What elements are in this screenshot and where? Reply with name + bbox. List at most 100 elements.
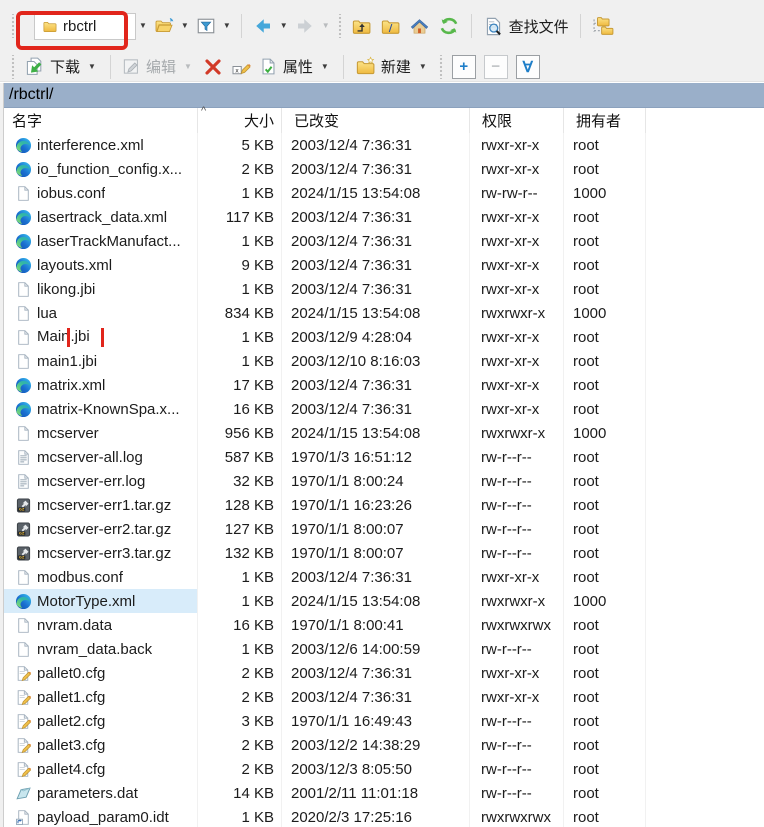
file-changed-cell[interactable]: 1970/1/1 8:00:07 [282,517,470,541]
table-row[interactable]: payload_param0.idt1 KB2020/2/3 17:25:16r… [0,805,764,827]
file-rights-cell[interactable]: rwxrwxr-x [470,301,564,325]
file-changed-cell[interactable]: 2003/12/6 14:00:59 [282,637,470,661]
file-owner-cell[interactable]: root [564,253,646,277]
table-row[interactable]: nvram_data.back1 KB2003/12/6 14:00:59rw-… [0,637,764,661]
file-name-cell[interactable]: payload_param0.idt [0,805,198,827]
table-row[interactable]: parameters.dat14 KB2001/2/11 11:01:18rw-… [0,781,764,805]
edit-button[interactable]: 编辑 ▼ [118,53,199,80]
column-header-size[interactable]: 大小 [198,108,282,133]
root-directory-button[interactable]: / [376,13,405,40]
file-owner-cell[interactable]: root [564,757,646,781]
file-name-cell[interactable]: pallet1.cfg [0,685,198,709]
table-row[interactable]: lasertrack_data.xml117 KB2003/12/4 7:36:… [0,205,764,229]
file-owner-cell[interactable]: root [564,685,646,709]
file-owner-cell[interactable]: root [564,277,646,301]
remove-button[interactable]: − [484,55,508,79]
file-changed-cell[interactable]: 1970/1/1 8:00:07 [282,541,470,565]
file-changed-cell[interactable]: 2001/2/11 11:01:18 [282,781,470,805]
file-owner-cell[interactable]: root [564,613,646,637]
toolbar-grip[interactable] [11,55,15,79]
filter-button[interactable] [192,13,220,39]
file-name-cell[interactable]: iobus.conf [0,181,198,205]
file-rights-cell[interactable]: rwxr-xr-x [470,205,564,229]
table-row[interactable]: io_function_config.x...2 KB2003/12/4 7:3… [0,157,764,181]
table-row[interactable]: pallet0.cfg2 KB2003/12/4 7:36:31rwxr-xr-… [0,661,764,685]
file-owner-cell[interactable]: root [564,637,646,661]
file-name-cell[interactable]: GZmcserver-err1.tar.gz [0,493,198,517]
toolbar-grip[interactable] [11,14,15,38]
toolbar-grip[interactable] [338,14,342,38]
file-owner-cell[interactable]: root [564,709,646,733]
file-changed-cell[interactable]: 2003/12/4 7:36:31 [282,229,470,253]
file-rights-cell[interactable]: rwxrwxr-x [470,421,564,445]
table-row[interactable]: mcserver-all.log587 KB1970/1/3 16:51:12r… [0,445,764,469]
file-owner-cell[interactable]: root [564,349,646,373]
file-size-cell[interactable]: 1 KB [198,229,282,253]
file-name-cell[interactable]: likong.jbi [0,277,198,301]
column-header-changed[interactable]: 已改变 [282,108,470,133]
rename-button[interactable]: x [227,54,255,80]
file-owner-cell[interactable]: root [564,661,646,685]
file-size-cell[interactable]: 117 KB [198,205,282,229]
file-rights-cell[interactable]: rw-r--r-- [470,781,564,805]
file-size-cell[interactable]: 17 KB [198,373,282,397]
file-size-cell[interactable]: 128 KB [198,493,282,517]
file-size-cell[interactable]: 1 KB [198,349,282,373]
selection-filter-button[interactable]: ∀ [516,55,540,79]
home-directory-button[interactable] [405,13,434,40]
file-changed-cell[interactable]: 2003/12/4 7:36:31 [282,661,470,685]
file-size-cell[interactable]: 2 KB [198,157,282,181]
open-directory-caret[interactable]: ▼ [178,22,192,30]
column-header-owner[interactable]: 拥有者 [564,108,646,133]
file-name-cell[interactable]: pallet0.cfg [0,661,198,685]
file-changed-cell[interactable]: 2024/1/15 13:54:08 [282,589,470,613]
table-row[interactable]: MotorType.xml1 KB2024/1/15 13:54:08rwxrw… [0,589,764,613]
file-rights-cell[interactable]: rwxr-xr-x [470,349,564,373]
file-owner-cell[interactable]: root [564,445,646,469]
file-size-cell[interactable]: 1 KB [198,277,282,301]
file-changed-cell[interactable]: 2003/12/4 7:36:31 [282,205,470,229]
file-size-cell[interactable]: 16 KB [198,613,282,637]
open-directory-button[interactable] [150,13,178,39]
table-row[interactable]: GZmcserver-err2.tar.gz127 KB1970/1/1 8:0… [0,517,764,541]
table-row[interactable]: GZmcserver-err3.tar.gz132 KB1970/1/1 8:0… [0,541,764,565]
file-owner-cell[interactable]: root [564,517,646,541]
file-size-cell[interactable]: 587 KB [198,445,282,469]
back-caret[interactable]: ▼ [277,22,291,30]
table-row[interactable]: mcserver-err.log32 KB1970/1/1 8:00:24rw-… [0,469,764,493]
table-row[interactable]: matrix-KnownSpa.x...16 KB2003/12/4 7:36:… [0,397,764,421]
file-owner-cell[interactable]: root [564,157,646,181]
file-name-cell[interactable]: Main.jbi [0,325,198,349]
file-changed-cell[interactable]: 2003/12/4 7:36:31 [282,133,470,157]
table-row[interactable]: lua834 KB2024/1/15 13:54:08rwxrwxr-x1000 [0,301,764,325]
file-changed-cell[interactable]: 2003/12/4 7:36:31 [282,253,470,277]
file-rights-cell[interactable]: rw-r--r-- [470,541,564,565]
file-changed-cell[interactable]: 2003/12/4 7:36:31 [282,373,470,397]
file-changed-cell[interactable]: 1970/1/1 16:23:26 [282,493,470,517]
file-owner-cell[interactable]: root [564,397,646,421]
file-name-cell[interactable]: modbus.conf [0,565,198,589]
file-size-cell[interactable]: 956 KB [198,421,282,445]
file-size-cell[interactable]: 1 KB [198,805,282,827]
table-row[interactable]: mcserver956 KB2024/1/15 13:54:08rwxrwxr-… [0,421,764,445]
file-changed-cell[interactable]: 2003/12/2 14:38:29 [282,733,470,757]
file-changed-cell[interactable]: 2024/1/15 13:54:08 [282,301,470,325]
file-size-cell[interactable]: 2 KB [198,661,282,685]
parent-directory-button[interactable] [347,13,376,40]
file-changed-cell[interactable]: 2024/1/15 13:54:08 [282,181,470,205]
file-owner-cell[interactable]: root [564,229,646,253]
file-name-cell[interactable]: nvram_data.back [0,637,198,661]
file-name-cell[interactable]: main1.jbi [0,349,198,373]
file-name-cell[interactable]: laserTrackManufact... [0,229,198,253]
file-owner-cell[interactable]: root [564,493,646,517]
file-owner-cell[interactable]: root [564,373,646,397]
file-name-cell[interactable]: nvram.data [0,613,198,637]
file-owner-cell[interactable]: root [564,733,646,757]
file-size-cell[interactable]: 32 KB [198,469,282,493]
file-changed-cell[interactable]: 2003/12/10 8:16:03 [282,349,470,373]
file-rights-cell[interactable]: rw-r--r-- [470,757,564,781]
properties-button[interactable]: 属性 ▼ [255,53,336,80]
file-rights-cell[interactable]: rw-r--r-- [470,637,564,661]
file-owner-cell[interactable]: root [564,133,646,157]
file-size-cell[interactable]: 2 KB [198,685,282,709]
